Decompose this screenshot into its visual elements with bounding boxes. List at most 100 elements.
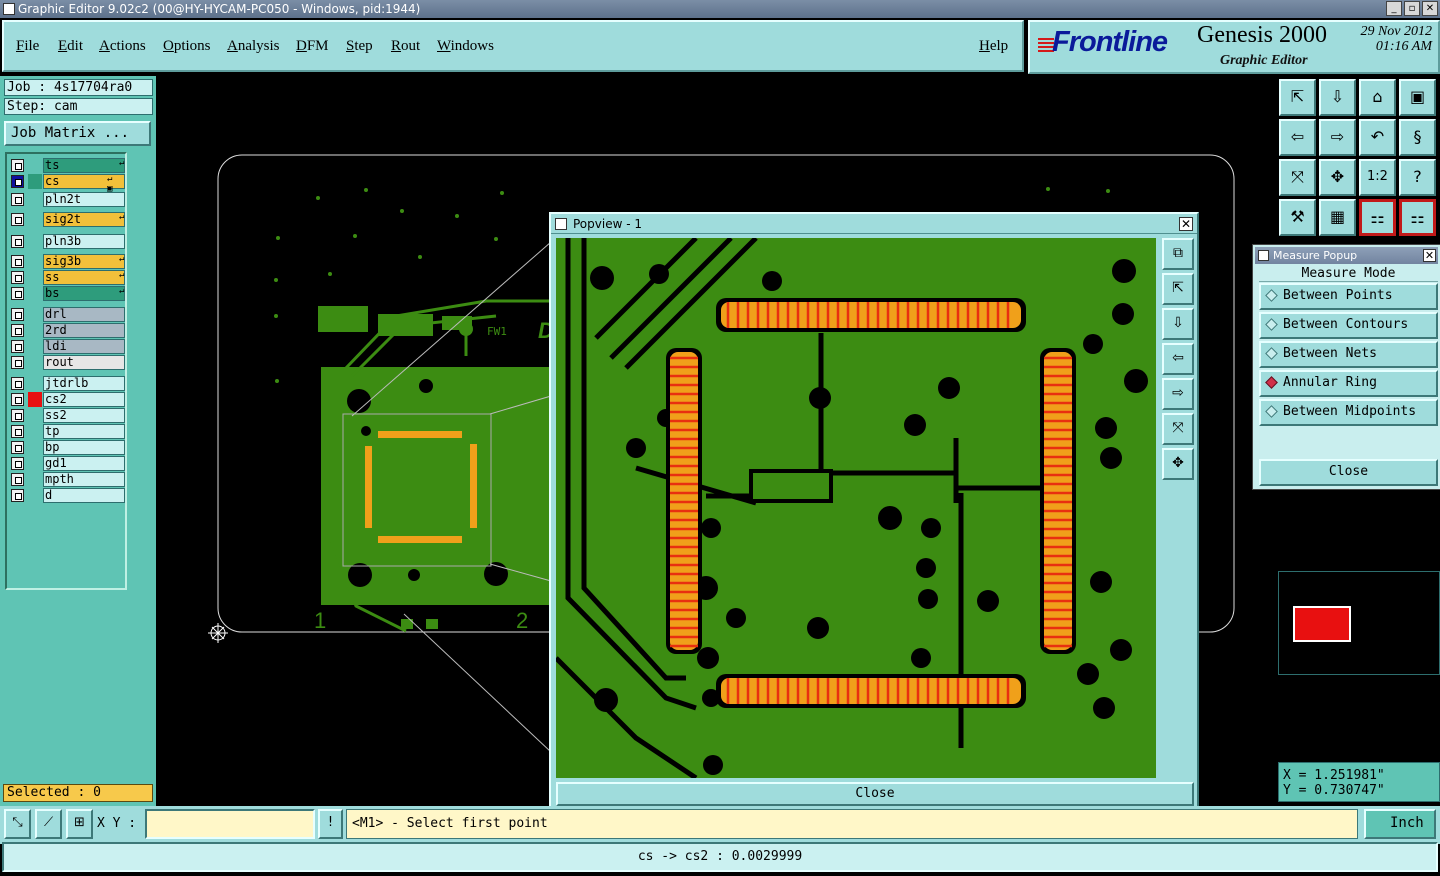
minimize-button[interactable]: _: [1386, 1, 1402, 16]
layer-display-swatch[interactable]: [28, 307, 42, 322]
layer-display-swatch[interactable]: [28, 392, 42, 407]
layer-affected-checkbox[interactable]: [11, 213, 24, 226]
undo-view-icon[interactable]: ↶: [1359, 119, 1396, 156]
layer-affected-checkbox[interactable]: [11, 287, 24, 300]
layer-affected-checkbox[interactable]: [11, 340, 24, 353]
layer-name[interactable]: sig2t: [43, 212, 125, 227]
mode-between-points[interactable]: Between Points: [1259, 283, 1438, 310]
layer-display-swatch[interactable]: [28, 472, 42, 487]
menu-windows[interactable]: Windows: [437, 38, 494, 55]
layer-display-swatch[interactable]: [28, 254, 42, 269]
layer-affected-checkbox[interactable]: [11, 271, 24, 284]
layer-name[interactable]: pln2t: [43, 192, 125, 207]
layer-row[interactable]: 2rd: [9, 323, 125, 338]
layer-affected-checkbox[interactable]: [11, 425, 24, 438]
layer-affected-checkbox[interactable]: [11, 175, 24, 188]
menu-file[interactable]: File: [16, 38, 39, 55]
layer-name[interactable]: ss2: [43, 408, 125, 423]
layer-display-swatch[interactable]: [28, 355, 42, 370]
window-icon[interactable]: ▣: [1399, 79, 1436, 116]
layer-affected-checkbox[interactable]: [11, 409, 24, 422]
layer-display-swatch[interactable]: [28, 212, 42, 227]
measure-mode-icon[interactable]: ⟋: [35, 809, 62, 839]
job-matrix-button[interactable]: Job Matrix ...: [4, 121, 151, 146]
popview-pan-right-icon[interactable]: ⇨: [1162, 378, 1194, 410]
layer-affected-checkbox[interactable]: [11, 457, 24, 470]
layer-display-swatch[interactable]: [28, 323, 42, 338]
pan-left-icon[interactable]: ⇦: [1279, 119, 1316, 156]
layer-row[interactable]: cs2: [9, 392, 125, 407]
layer-affected-checkbox[interactable]: [11, 193, 24, 206]
layer-row[interactable]: jtdrlb: [9, 376, 125, 391]
zoom-out-icon[interactable]: ✥: [1319, 159, 1356, 196]
layer-name[interactable]: d: [43, 488, 125, 503]
mode-between-contours[interactable]: Between Contours: [1259, 312, 1438, 339]
popview-close-button[interactable]: Close: [556, 782, 1194, 806]
layer-affected-checkbox[interactable]: [11, 393, 24, 406]
layer-row[interactable]: bp: [9, 440, 125, 455]
layer-row[interactable]: ts ↵: [9, 158, 125, 173]
layer-name[interactable]: 2rd: [43, 323, 125, 338]
layer-name[interactable]: drl: [43, 307, 125, 322]
menu-rout[interactable]: Rout: [391, 38, 420, 55]
layer-name[interactable]: mpth: [43, 472, 125, 487]
layer-row[interactable]: d: [9, 488, 125, 503]
layer-affected-checkbox[interactable]: [11, 255, 24, 268]
grid-icon[interactable]: ▦: [1319, 199, 1356, 236]
layer-display-swatch[interactable]: [28, 270, 42, 285]
layer-display-swatch[interactable]: [28, 234, 42, 249]
home-view-icon[interactable]: ⌂: [1359, 79, 1396, 116]
layer-display-swatch[interactable]: [28, 174, 42, 189]
popview-zoom-in-icon[interactable]: ⤧: [1162, 413, 1194, 445]
layer-affected-checkbox[interactable]: [11, 473, 24, 486]
layer-display-swatch[interactable]: [28, 192, 42, 207]
layer-name[interactable]: sig3b: [43, 254, 125, 269]
layer-row[interactable]: cs ↵ ▣: [9, 174, 125, 194]
layer-affected-checkbox[interactable]: [11, 235, 24, 248]
layer-name[interactable]: ss: [43, 270, 125, 285]
mode-between-midpoints[interactable]: Between Midpoints: [1259, 399, 1438, 426]
popview-close-icon[interactable]: ✕: [1179, 217, 1193, 231]
menu-help[interactable]: Help: [979, 38, 1008, 55]
net-snap-icon[interactable]: ⚏: [1399, 199, 1436, 236]
layer-row[interactable]: mpth: [9, 472, 125, 487]
popview-zoom-out-icon[interactable]: ✥: [1162, 448, 1194, 480]
layer-row[interactable]: pln3b: [9, 234, 125, 249]
layer-display-swatch[interactable]: [28, 376, 42, 391]
maximize-button[interactable]: ▫: [1404, 1, 1420, 16]
layer-display-swatch[interactable]: [28, 488, 42, 503]
mode-between-nets[interactable]: Between Nets: [1259, 341, 1438, 368]
unit-selector[interactable]: Inch ▭: [1364, 809, 1436, 855]
layer-affected-checkbox[interactable]: [11, 159, 24, 172]
select-mode-icon[interactable]: ⤡: [4, 809, 31, 839]
menu-edit[interactable]: Edit: [58, 38, 83, 55]
layer-display-swatch[interactable]: [28, 286, 42, 301]
layer-row[interactable]: ss2: [9, 408, 125, 423]
layer-display-swatch[interactable]: [28, 158, 42, 173]
mode-annular-ring[interactable]: Annular Ring: [1259, 370, 1438, 397]
layer-display-swatch[interactable]: [28, 424, 42, 439]
layer-row[interactable]: drl: [9, 307, 125, 322]
layer-name[interactable]: gd1: [43, 456, 125, 471]
layer-affected-checkbox[interactable]: [11, 356, 24, 369]
layer-affected-checkbox[interactable]: [11, 324, 24, 337]
layer-display-swatch[interactable]: [28, 456, 42, 471]
layer-row[interactable]: sig2t ↵: [9, 212, 125, 227]
layer-name[interactable]: tp: [43, 424, 125, 439]
measure-close-icon[interactable]: ✕: [1423, 249, 1436, 262]
layer-name[interactable]: pln3b: [43, 234, 125, 249]
layer-name[interactable]: jtdrlb: [43, 376, 125, 391]
layer-name[interactable]: ldi: [43, 339, 125, 354]
popview-zoom-down-icon[interactable]: ⇩: [1162, 308, 1194, 340]
layer-row[interactable]: pln2t: [9, 192, 125, 207]
layer-row[interactable]: gd1: [9, 456, 125, 471]
layer-row[interactable]: bs ↵: [9, 286, 125, 301]
menu-step[interactable]: Step: [346, 38, 373, 55]
scale-one-to-two-icon[interactable]: 1:2: [1359, 159, 1396, 196]
layer-affected-checkbox[interactable]: [11, 441, 24, 454]
layer-display-swatch[interactable]: [28, 408, 42, 423]
info-icon[interactable]: !: [318, 809, 343, 839]
help-icon[interactable]: ?: [1399, 159, 1436, 196]
zoom-down-icon[interactable]: ⇩: [1319, 79, 1356, 116]
layer-name[interactable]: ts: [43, 158, 125, 173]
